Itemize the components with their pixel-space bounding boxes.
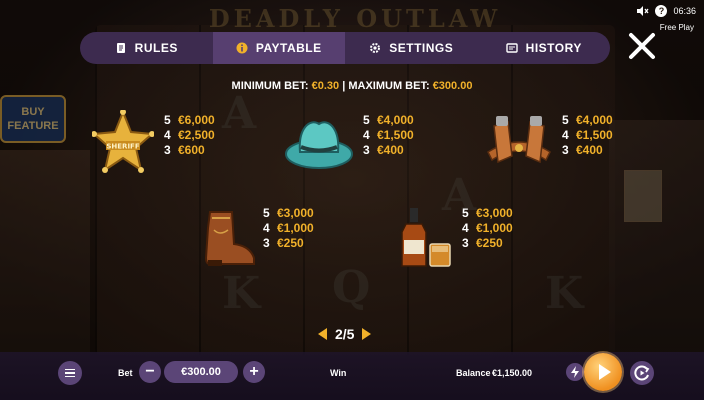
document-icon — [116, 43, 125, 53]
turbo-button[interactable] — [566, 363, 584, 381]
tab-paytable[interactable]: PAYTABLE — [212, 32, 345, 64]
help-icon[interactable]: ? — [655, 5, 668, 17]
status-bar: ? 06:36 — [637, 5, 696, 17]
balance-label: Balance — [456, 368, 491, 378]
whiskey-bottle-icon — [401, 208, 451, 267]
history-icon — [505, 43, 518, 53]
paytable-entry: 5 €4,000 4 €1,500 3 €400 — [363, 113, 414, 157]
bet-value: €300.00 — [164, 361, 238, 383]
decrease-bet-button[interactable]: − — [139, 361, 161, 383]
gun-holster-icon — [487, 116, 551, 164]
bet-limits: MINIMUM BET: €0.30 | MAXIMUM BET: €300.0… — [0, 80, 704, 92]
tab-settings[interactable]: SETTINGS — [345, 32, 478, 64]
mute-icon[interactable] — [637, 6, 649, 16]
menu-icon — [65, 368, 75, 371]
menu-button[interactable] — [58, 361, 82, 385]
close-icon[interactable] — [626, 30, 658, 62]
free-play-label: Free Play — [659, 23, 694, 32]
cowboy-boot-icon — [204, 211, 255, 266]
paytable-entry: 5 €3,000 4 €1,000 3 €250 — [462, 206, 513, 250]
paytable-pager: 2/5 — [318, 326, 372, 342]
bet-label: Bet — [118, 368, 133, 378]
paytable-entry: 5 €6,000 4 €2,500 3 €600 — [164, 113, 215, 157]
info-icon — [236, 42, 248, 54]
win-label: Win — [330, 368, 347, 378]
previous-page-icon[interactable] — [318, 328, 327, 340]
increase-bet-button[interactable]: + — [243, 361, 265, 383]
paytable-entry: 5 €3,000 4 €1,000 3 €250 — [263, 206, 314, 250]
spin-button[interactable] — [584, 353, 622, 391]
cowboy-hat-icon — [285, 121, 353, 169]
tab-label: RULES — [134, 41, 178, 55]
page-indicator: 2/5 — [335, 326, 355, 342]
play-icon — [599, 364, 611, 380]
info-tab-bar: RULES PAYTABLE SETTINGS HISTORY — [80, 32, 610, 64]
badge-text: SHERIFF — [106, 143, 139, 151]
paytable-entry: 5 €4,000 4 €1,500 3 €400 — [562, 113, 613, 157]
autoplay-icon — [634, 365, 650, 381]
tab-rules[interactable]: RULES — [80, 32, 213, 64]
next-page-icon[interactable] — [362, 328, 372, 340]
max-bet-label: MAXIMUM BET: — [348, 80, 430, 92]
tab-label: SETTINGS — [389, 41, 454, 55]
autoplay-button[interactable] — [630, 361, 654, 385]
tab-history[interactable]: HISTORY — [478, 32, 611, 64]
tab-label: HISTORY — [525, 41, 582, 55]
lightning-icon — [571, 366, 579, 378]
min-bet-value: €0.30 — [311, 80, 340, 92]
limits-separator: | — [342, 80, 346, 92]
min-bet-label: MINIMUM BET: — [231, 80, 309, 92]
max-bet-value: €300.00 — [432, 80, 473, 92]
tab-label: PAYTABLE — [255, 41, 322, 55]
clock: 06:36 — [673, 6, 696, 16]
sheriff-badge-icon: SHERIFF — [92, 110, 154, 173]
balance-value: €1,150.00 — [492, 368, 533, 378]
gear-icon — [370, 43, 381, 53]
